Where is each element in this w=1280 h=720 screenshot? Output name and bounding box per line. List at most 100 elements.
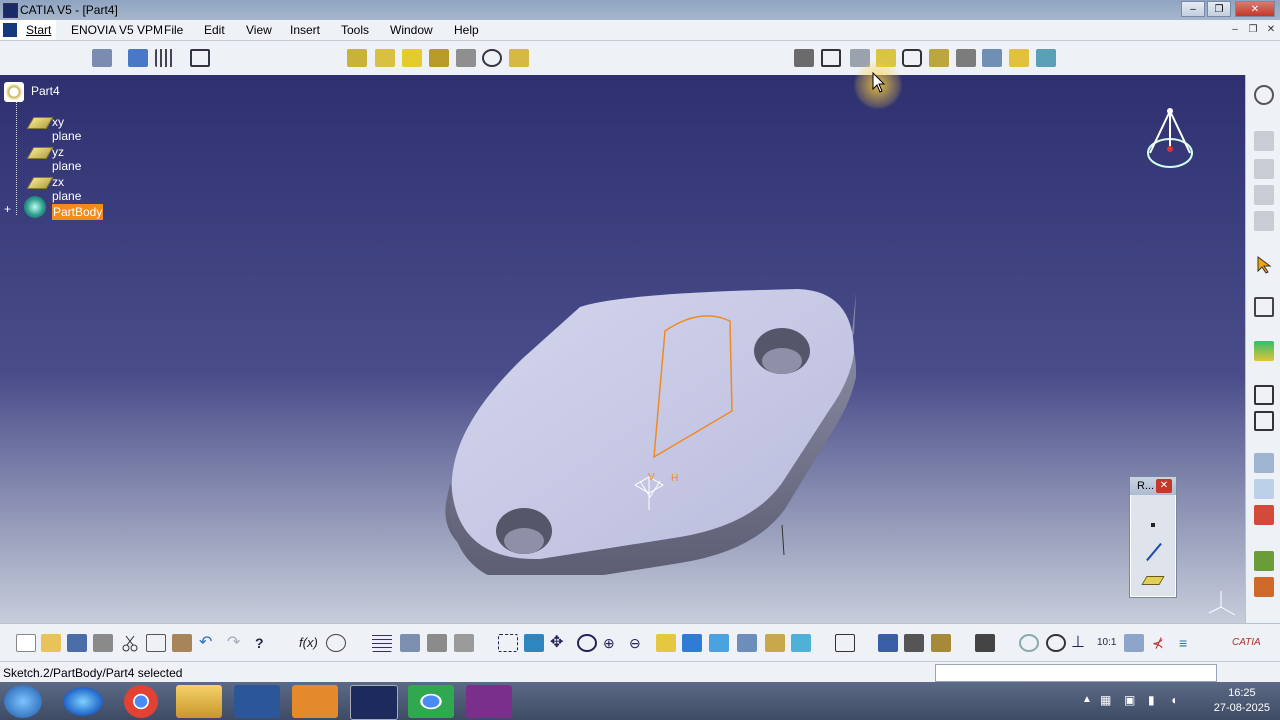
- thread-icon[interactable]: [1009, 49, 1029, 67]
- positioned-sketch-icon[interactable]: [821, 49, 841, 67]
- capture-icon[interactable]: [975, 634, 995, 652]
- menu-view[interactable]: View: [246, 23, 272, 37]
- move-icon[interactable]: ✥: [550, 634, 570, 652]
- measure-icon[interactable]: [1036, 49, 1056, 67]
- start-menu[interactable]: Start: [0, 20, 56, 40]
- thickness-icon[interactable]: [982, 49, 1002, 67]
- draft-icon[interactable]: [929, 49, 949, 67]
- restore-button[interactable]: ❐: [1207, 1, 1231, 17]
- floating-toolbar-close-button[interactable]: ✕: [1156, 479, 1172, 493]
- tree-item-zx-plane[interactable]: zx plane: [52, 175, 81, 203]
- minimize-button[interactable]: –: [1181, 1, 1205, 17]
- paste-icon[interactable]: [172, 634, 192, 652]
- 3d-compass-icon[interactable]: [1140, 105, 1200, 175]
- shaft-icon[interactable]: [402, 49, 422, 67]
- rib-icon[interactable]: [482, 49, 502, 67]
- analysis-icon[interactable]: [454, 634, 474, 652]
- normal-view-icon[interactable]: [656, 634, 676, 652]
- grid-icon[interactable]: [155, 49, 175, 67]
- catalog-icon[interactable]: [427, 634, 447, 652]
- windows-start-button[interactable]: [4, 685, 42, 718]
- hole-icon[interactable]: [456, 49, 476, 67]
- floating-toolbar-titlebar[interactable]: R... ✕: [1130, 477, 1176, 495]
- print-icon[interactable]: [93, 634, 113, 652]
- tray-security-icon[interactable]: ▣: [1124, 693, 1135, 707]
- formula-icon[interactable]: f(x): [299, 634, 319, 652]
- view-icon[interactable]: [1124, 634, 1144, 652]
- catalog-green-icon[interactable]: [1254, 551, 1274, 571]
- snap-icon[interactable]: [190, 49, 210, 67]
- workbench-icon[interactable]: [128, 49, 148, 67]
- sketch-icon[interactable]: [794, 49, 814, 67]
- menu-window[interactable]: Window: [390, 23, 433, 37]
- frame-alt-icon[interactable]: [1254, 411, 1274, 431]
- internet-explorer-icon[interactable]: [60, 685, 106, 718]
- hide-show-icon[interactable]: [765, 634, 785, 652]
- catia-taskbar-icon[interactable]: [350, 685, 398, 720]
- measure-between-icon[interactable]: [878, 634, 898, 652]
- menu-insert[interactable]: Insert: [290, 23, 320, 37]
- shell-icon[interactable]: [956, 49, 976, 67]
- measure-item-icon[interactable]: [904, 634, 924, 652]
- pocket-icon[interactable]: [375, 49, 395, 67]
- refresh-icon[interactable]: [1019, 634, 1039, 652]
- save-icon[interactable]: [67, 634, 87, 652]
- expand-icon[interactable]: +: [4, 203, 16, 215]
- swap-visible-icon[interactable]: [791, 634, 811, 652]
- fit-all-icon[interactable]: [498, 634, 518, 652]
- frame-icon[interactable]: [1254, 385, 1274, 405]
- menu-edit[interactable]: Edit: [204, 23, 225, 37]
- undo-icon[interactable]: ↶: [199, 634, 219, 652]
- tree-item-yz-plane[interactable]: yz plane: [52, 145, 81, 173]
- catalog-orange-icon[interactable]: [1254, 577, 1274, 597]
- text-abc-icon[interactable]: [1254, 453, 1274, 473]
- cut-icon[interactable]: [120, 634, 140, 652]
- tray-network-icon[interactable]: ▦: [1100, 693, 1111, 707]
- scale-icon[interactable]: 10:1: [1097, 634, 1117, 652]
- settings-gear-icon[interactable]: [1254, 85, 1274, 105]
- quick-view-icon[interactable]: [682, 634, 702, 652]
- file-explorer-icon[interactable]: [176, 685, 222, 718]
- swap-icon[interactable]: [835, 634, 855, 652]
- tray-volume-icon[interactable]: ◖: [1170, 693, 1177, 707]
- tray-chevron-icon[interactable]: ▲: [1082, 694, 1092, 705]
- zoom-in-icon[interactable]: ⊕: [603, 634, 623, 652]
- select-arrow-icon[interactable]: [1254, 255, 1274, 275]
- iso-view-icon[interactable]: [709, 634, 729, 652]
- line-icon[interactable]: [1146, 542, 1162, 562]
- arrow-tool-icon[interactable]: [1254, 479, 1274, 499]
- grab-icon[interactable]: [1046, 634, 1066, 652]
- mdi-minimize-button[interactable]: –: [1228, 23, 1242, 37]
- chrome-icon[interactable]: [124, 685, 158, 718]
- pad-icon[interactable]: [347, 49, 367, 67]
- constraint-tool-icon[interactable]: ⊀: [1152, 634, 1172, 652]
- zoom-out-icon[interactable]: ⊖: [629, 634, 649, 652]
- part-model[interactable]: V H: [430, 225, 880, 575]
- list-icon[interactable]: ≡: [1179, 634, 1199, 652]
- plane-icon[interactable]: [1141, 576, 1165, 585]
- chamfer-icon[interactable]: [902, 49, 922, 67]
- mdi-close-button[interactable]: ✕: [1264, 23, 1278, 37]
- close-button[interactable]: ✕: [1235, 1, 1275, 17]
- mdi-restore-button[interactable]: ❐: [1246, 23, 1260, 37]
- open-icon[interactable]: [41, 634, 61, 652]
- slot-icon[interactable]: [509, 49, 529, 67]
- word-icon[interactable]: [234, 685, 280, 718]
- lock-icon[interactable]: [92, 49, 112, 67]
- tree-root-part[interactable]: Part4: [31, 84, 60, 98]
- menu-enovia[interactable]: ENOVIA V5 VPM: [71, 23, 163, 37]
- groove-icon[interactable]: [429, 49, 449, 67]
- layers-icon[interactable]: [1254, 341, 1274, 361]
- copy-icon[interactable]: [146, 634, 166, 652]
- comment-icon[interactable]: [326, 634, 346, 652]
- floating-toolbar-window[interactable]: R... ✕: [1129, 476, 1177, 598]
- menu-file[interactable]: File: [164, 23, 183, 37]
- axis-system-icon[interactable]: ⊥: [1071, 634, 1091, 652]
- sketch-tool-icon[interactable]: [1254, 297, 1274, 317]
- screen-recorder-icon[interactable]: [466, 685, 512, 718]
- media-player-icon[interactable]: [292, 685, 338, 718]
- power-input-field[interactable]: [935, 664, 1217, 682]
- clock[interactable]: 16:25 27-08-2025: [1214, 686, 1270, 716]
- tree-item-partbody[interactable]: PartBody: [52, 204, 104, 220]
- tray-signal-icon[interactable]: ▮: [1148, 693, 1155, 707]
